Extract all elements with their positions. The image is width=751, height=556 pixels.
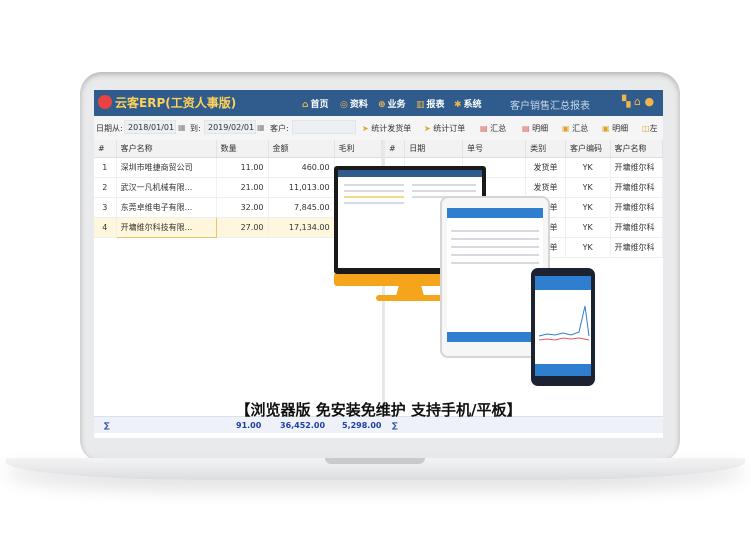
logo-icon: [98, 95, 112, 109]
stat-ship-button[interactable]: ➤ 统计发货单: [362, 123, 411, 134]
sum-icon: ∑: [392, 421, 398, 430]
excel-icon: ▣: [562, 124, 570, 133]
col-customer-name[interactable]: 客户名称: [610, 140, 663, 158]
left-button[interactable]: ◫左: [642, 123, 658, 134]
app-header: 云客ERP(工资人事版) ⌂ 首页 ◎ 资料 ⊕ 业务 ▥ 报表 ✱ 系统 客户销售汇总报…: [94, 90, 663, 116]
send-icon: ➤: [424, 124, 431, 133]
calendar-icon[interactable]: ▦: [257, 123, 265, 132]
home-icon[interactable]: ⌂: [634, 95, 641, 108]
phone-chart: [538, 305, 590, 341]
summary-button[interactable]: ▤ 汇总: [480, 123, 506, 134]
tablet-screen: [447, 208, 543, 342]
nav-business[interactable]: ⊕ 业务: [378, 97, 406, 110]
send-icon: ➤: [362, 124, 369, 133]
sum-icon: ∑: [104, 421, 110, 430]
export-detail-button[interactable]: ▣ 明细: [602, 123, 628, 134]
export-summary-button[interactable]: ▣ 汇总: [562, 123, 588, 134]
col-qty[interactable]: 数量: [216, 140, 269, 158]
col-profit[interactable]: 毛利: [334, 140, 383, 158]
date-to-input[interactable]: 2019/02/01: [204, 120, 256, 134]
home-icon: ⌂: [302, 100, 309, 110]
app-title: 云客ERP: [115, 96, 166, 110]
col-customer-code[interactable]: 客户编码: [565, 140, 611, 158]
excel-icon: ▣: [602, 124, 610, 133]
user-icon[interactable]: ●: [644, 95, 654, 108]
col-date[interactable]: 日期: [404, 140, 464, 158]
report-icon: ▥: [416, 100, 425, 110]
stat-order-button[interactable]: ➤ 统计订单: [424, 123, 465, 134]
col-index: #: [385, 140, 406, 158]
filter-toolbar: 日期从: 2018/01/01 ▦ 到: 2019/02/01 ▦ 客户: ➤ …: [94, 116, 663, 141]
gear-icon: ✱: [454, 100, 462, 110]
total-profit: 5,298.00: [342, 421, 382, 430]
app-logo[interactable]: 云客ERP(工资人事版): [98, 94, 236, 111]
detail-button[interactable]: ▤ 明细: [522, 123, 548, 134]
col-customer-name[interactable]: 客户名称: [116, 140, 217, 158]
map-icon[interactable]: ▚: [622, 95, 630, 108]
col-order-no[interactable]: 单号: [462, 140, 527, 158]
total-amount: 36,452.00: [280, 421, 326, 430]
col-type[interactable]: 类别: [525, 140, 566, 158]
calendar-icon[interactable]: ▦: [178, 123, 186, 132]
app-subtitle: (工资人事版): [165, 96, 237, 110]
date-from-input[interactable]: 2018/01/01: [124, 120, 176, 134]
customer-input[interactable]: [292, 120, 356, 134]
nav-report[interactable]: ▥ 报表: [416, 97, 445, 110]
phone-screen: [535, 276, 591, 376]
total-qty: 91.00: [236, 421, 262, 430]
nav-data[interactable]: ◎ 资料: [340, 97, 368, 110]
header-icons[interactable]: ▚ ⌂ ●: [622, 95, 654, 108]
monitor-base: [376, 295, 446, 301]
promo-caption: 【浏览器版 免安装免维护 支持手机/平板】: [235, 401, 522, 419]
report-title: 客户销售汇总报表: [510, 101, 590, 112]
print-icon: ▤: [522, 124, 530, 133]
col-index: #: [94, 140, 117, 158]
data-icon: ◎: [340, 100, 348, 110]
customer-label: 客户:: [270, 124, 289, 133]
business-icon: ⊕: [378, 100, 386, 110]
phone-illustration: [531, 268, 595, 386]
app-screen: 云客ERP(工资人事版) ⌂ 首页 ◎ 资料 ⊕ 业务 ▥ 报表 ✱ 系统 客户销售汇总报…: [94, 90, 663, 438]
nav-system[interactable]: ✱ 系统: [454, 97, 482, 110]
date-from-label: 日期从:: [96, 124, 123, 133]
print-icon: ▤: [480, 124, 488, 133]
nav-home[interactable]: ⌂ 首页: [302, 97, 328, 110]
layout-icon: ◫: [642, 124, 650, 133]
laptop-notch: [325, 458, 425, 464]
col-amount[interactable]: 金额: [268, 140, 335, 158]
date-to-label: 到:: [190, 124, 201, 133]
